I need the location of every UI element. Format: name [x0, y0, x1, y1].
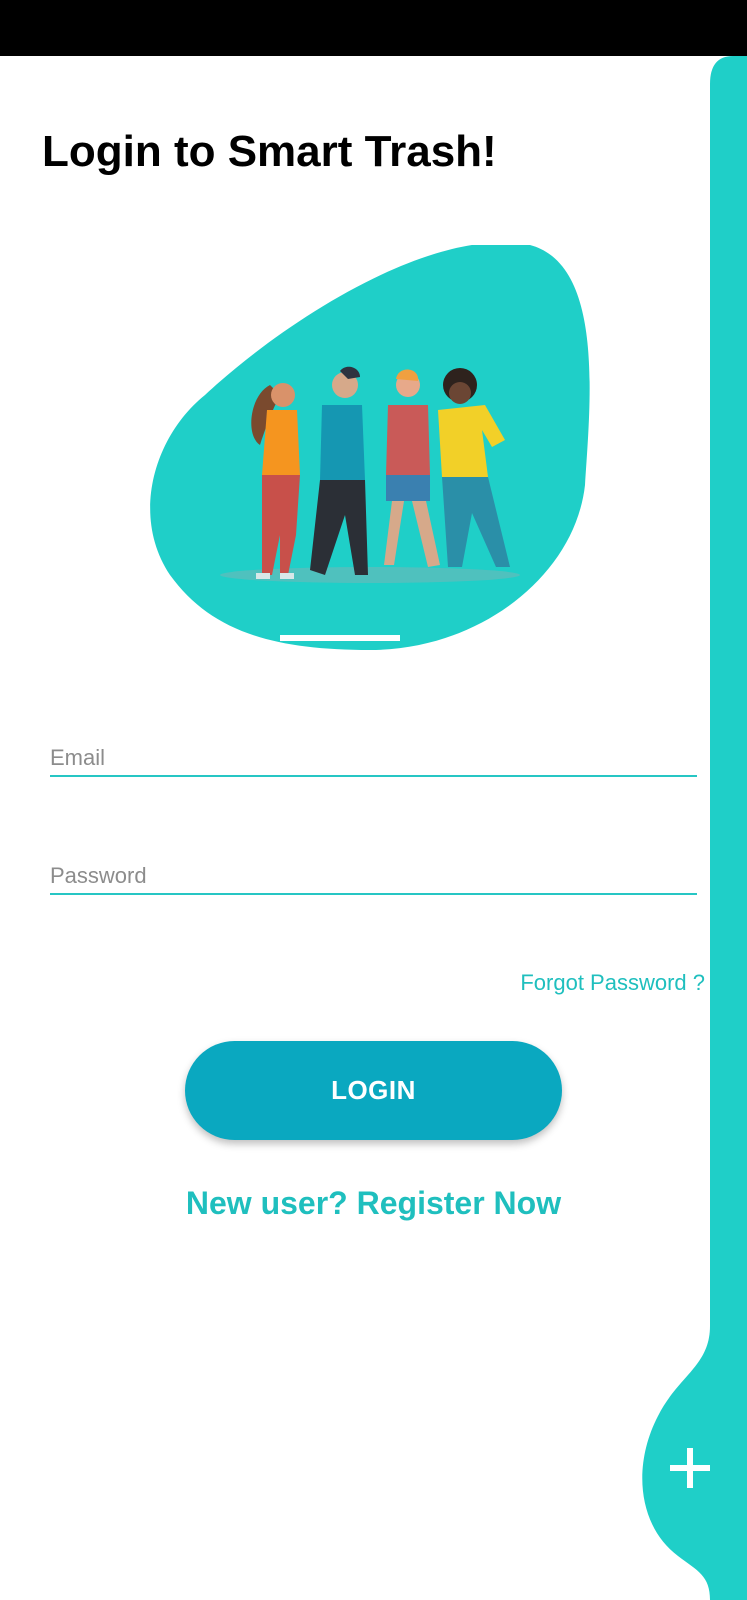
status-bar: [0, 0, 747, 56]
email-field[interactable]: [50, 725, 697, 777]
page-title: Login to Smart Trash!: [42, 127, 497, 176]
password-field[interactable]: [50, 843, 697, 895]
email-input[interactable]: [50, 745, 697, 771]
login-button[interactable]: LOGIN: [185, 1041, 562, 1140]
password-input[interactable]: [50, 863, 697, 889]
register-link[interactable]: New user? Register Now: [0, 1185, 747, 1222]
plus-icon[interactable]: [664, 1442, 716, 1494]
side-panel[interactable]: [638, 56, 747, 1600]
people-illustration: [150, 245, 590, 650]
